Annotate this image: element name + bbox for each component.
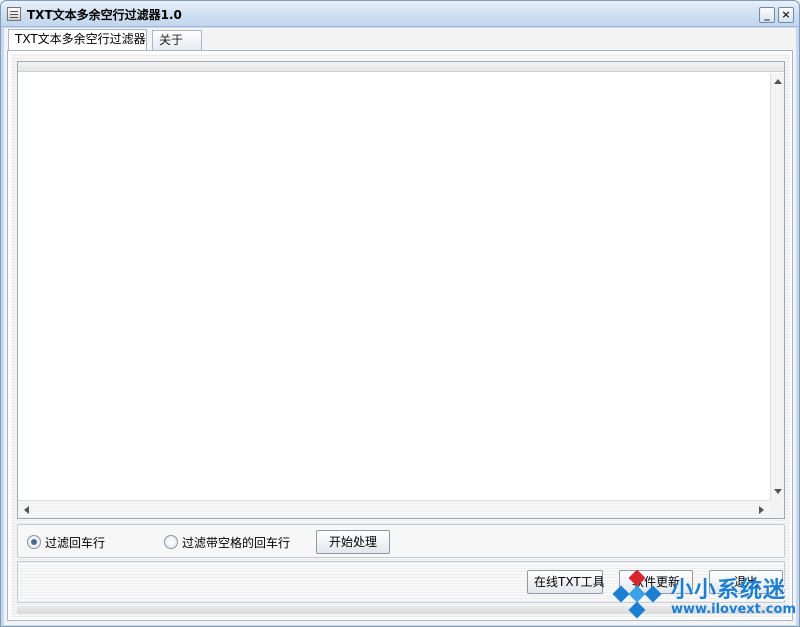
vertical-scrollbar[interactable] [770,73,784,500]
client-area: TXT文本多余空行过滤器 关于 过滤回车行 过滤带空格的回车行 开始处理 在线T… [4,28,796,625]
app-window: TXT文本多余空行过滤器1.0 _ × TXT文本多余空行过滤器 关于 过滤回车… [0,0,800,627]
text-editor [17,61,785,519]
close-button[interactable]: × [778,7,794,23]
radio-filter-space-label: 过滤带空格的回车行 [182,535,291,550]
tab-filter[interactable]: TXT文本多余空行过滤器 [8,29,147,51]
watermark-url: www.ilovext.com [671,602,796,617]
minimize-button[interactable]: _ [759,7,775,23]
scroll-right-icon[interactable] [759,506,764,514]
options-bar: 过滤回车行 过滤带空格的回车行 开始处理 [17,524,785,558]
editor-header-strip [18,62,784,72]
window-title: TXT文本多余空行过滤器1.0 [27,8,182,22]
watermark-brand: 小小系统迷 [671,578,787,603]
tab-panel: 过滤回车行 过滤带空格的回车行 开始处理 在线TXT工具 软件更新 退出 [7,50,793,621]
title-bar[interactable]: TXT文本多余空行过滤器1.0 _ × [1,1,799,27]
start-processing-button[interactable]: 开始处理 [316,530,390,554]
radio-filter-return-lines[interactable]: 过滤回车行 [27,533,105,551]
tab-about[interactable]: 关于 [152,30,202,50]
watermark: 小小系统迷 www.ilovext.com [607,566,800,627]
online-txt-tool-button[interactable]: 在线TXT工具 [527,570,605,594]
radio-unchecked-icon[interactable] [164,535,178,549]
scroll-corner [770,500,784,518]
horizontal-scrollbar[interactable] [18,500,770,518]
app-icon [7,7,21,21]
scroll-left-icon[interactable] [24,506,29,514]
scroll-down-icon[interactable] [774,489,782,494]
scroll-up-icon[interactable] [774,79,782,84]
radio-filter-label: 过滤回车行 [45,535,106,550]
text-input-area[interactable] [18,73,770,500]
watermark-logo-icon [612,570,662,619]
panel-body: 过滤回车行 过滤带空格的回车行 开始处理 在线TXT工具 软件更新 退出 [11,54,790,617]
radio-filter-space-return-lines[interactable]: 过滤带空格的回车行 [164,533,290,551]
radio-checked-icon[interactable] [27,535,41,549]
